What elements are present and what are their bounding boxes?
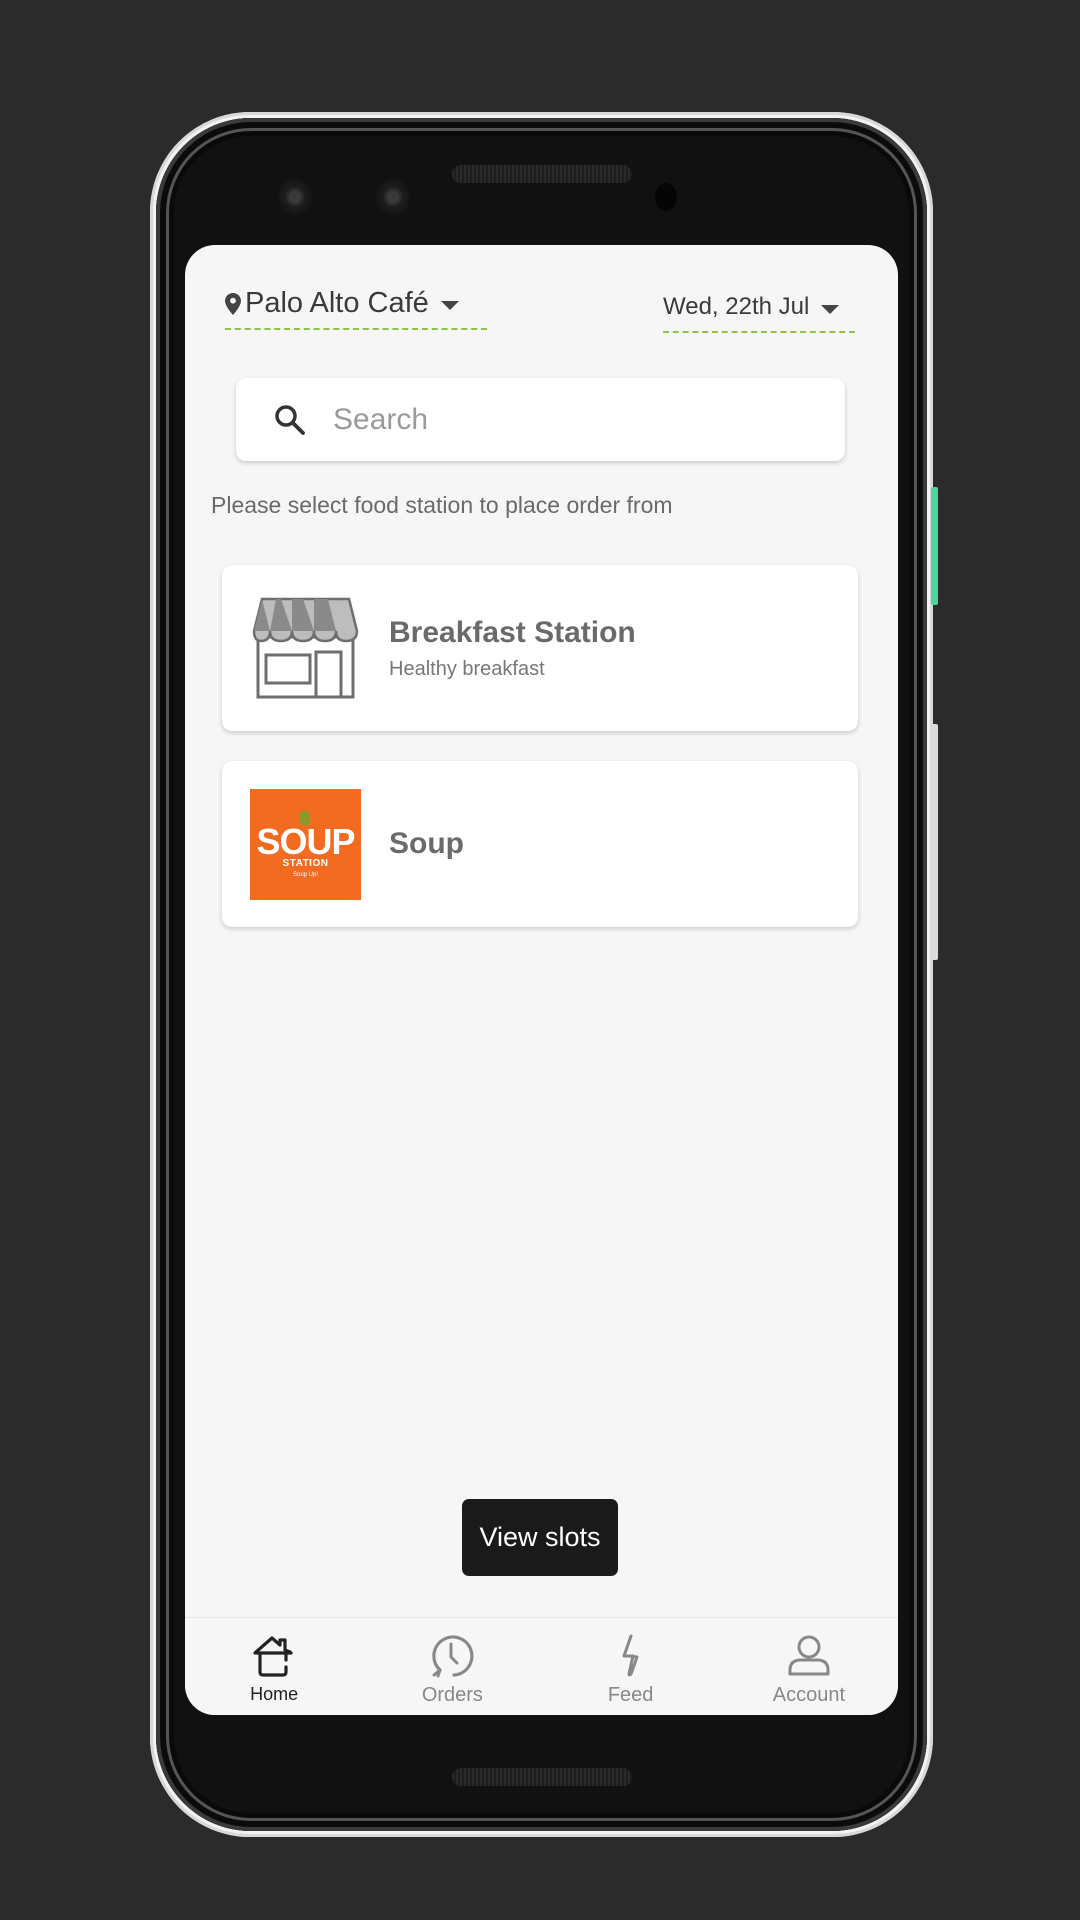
station-subtitle: Healthy breakfast xyxy=(389,657,545,680)
logo-tagline: Soup Up! xyxy=(292,872,319,878)
home-icon xyxy=(253,1636,293,1677)
view-slots-button[interactable]: View slots xyxy=(462,1499,618,1576)
feed-bolt-icon xyxy=(622,1634,639,1677)
earpiece-speaker xyxy=(452,165,632,183)
front-camera-icon xyxy=(278,178,312,216)
chevron-down-icon xyxy=(440,301,459,310)
account-icon xyxy=(788,1635,830,1676)
nav-label: Account xyxy=(772,1684,845,1706)
location-selector[interactable]: Palo Alto Café xyxy=(225,287,487,330)
nav-label: Orders xyxy=(421,1684,483,1706)
proximity-sensor xyxy=(655,183,677,211)
chevron-down-icon xyxy=(821,304,840,314)
bottom-speaker xyxy=(452,1768,632,1786)
nav-item-account[interactable]: Account xyxy=(720,1618,898,1715)
selected-date: Wed, 22th Jul xyxy=(663,293,810,320)
station-name: Soup xyxy=(389,827,464,860)
search-icon xyxy=(275,404,305,435)
nav-label: Home xyxy=(250,1684,299,1704)
soup-station-logo: SOUP STATION Soup Up! xyxy=(250,788,361,900)
station-card-breakfast[interactable]: Breakfast Station Healthy breakfast xyxy=(222,565,858,731)
nav-item-orders[interactable]: Orders xyxy=(363,1618,541,1715)
volume-button xyxy=(931,724,938,960)
storefront-icon xyxy=(250,593,361,704)
search-bar[interactable] xyxy=(236,378,845,461)
station-name: Breakfast Station xyxy=(389,615,636,649)
location-name: Palo Alto Café xyxy=(245,287,429,319)
date-selector[interactable]: Wed, 22th Jul xyxy=(663,293,855,333)
nav-label: Feed xyxy=(607,1684,654,1706)
instruction-text: Please select food station to place orde… xyxy=(211,492,673,518)
power-button xyxy=(931,487,938,605)
logo-sub: STATION xyxy=(282,858,329,869)
nav-item-home[interactable]: Home xyxy=(185,1618,363,1715)
orders-clock-icon xyxy=(432,1635,474,1678)
header: Palo Alto Café Wed, 22th Jul xyxy=(185,245,898,345)
front-camera-icon xyxy=(376,178,410,216)
steam-icon xyxy=(300,810,310,825)
bottom-navigation: Home Orders Feed Account xyxy=(185,1617,898,1715)
search-input[interactable] xyxy=(331,401,815,438)
app-screen: Palo Alto Café Wed, 22th Jul Please sele… xyxy=(185,245,898,1715)
logo-word: SOUP xyxy=(256,821,355,862)
nav-item-feed[interactable]: Feed xyxy=(542,1618,720,1715)
station-card-soup[interactable]: SOUP STATION Soup Up! Soup xyxy=(222,761,858,927)
location-pin-icon xyxy=(225,292,241,315)
